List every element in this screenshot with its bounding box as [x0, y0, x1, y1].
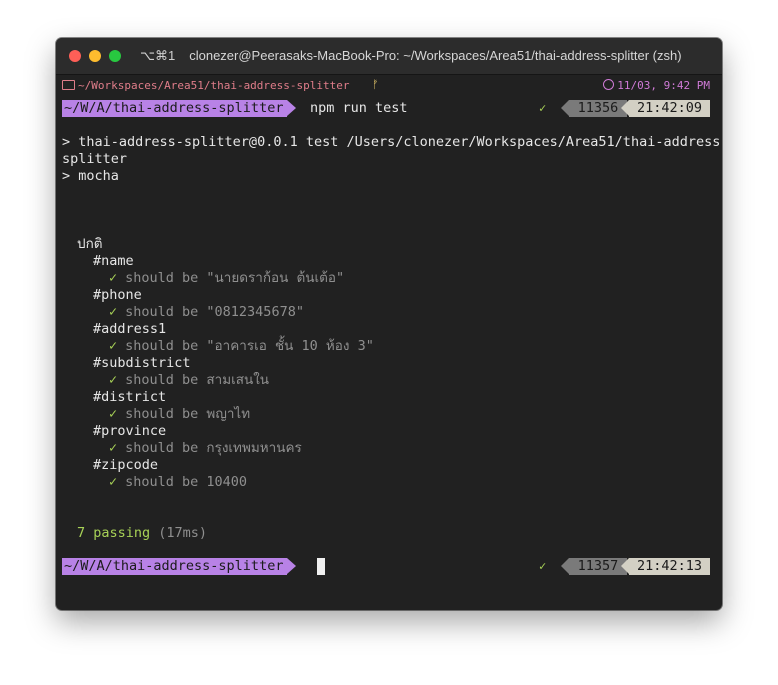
zoom-button[interactable]	[109, 50, 121, 62]
test-group: #address1	[93, 321, 167, 337]
test-result: ✓ should be กรุงเทพมหานคร	[109, 440, 302, 457]
prompt-time: 21:42:09	[621, 100, 710, 117]
passing-count: 7 passing	[77, 525, 151, 541]
test-description: should be กรุงเทพมหานคร	[125, 440, 302, 456]
command-text: npm run test	[310, 100, 408, 116]
right-prompt-1: ✓ 11356 21:42:09	[539, 100, 710, 117]
test-group: #subdistrict	[93, 355, 191, 371]
pass-check-icon: ✓	[109, 440, 118, 456]
test-description: should be 10400	[125, 474, 248, 490]
status-datetime: 11/03, 9:42 PM	[603, 79, 710, 92]
minimize-button[interactable]	[89, 50, 101, 62]
test-group: #district	[93, 389, 167, 405]
output-line-2: splitter	[62, 151, 128, 167]
test-group: #zipcode	[93, 457, 159, 473]
window-title-text: clonezer@Peerasaks-MacBook-Pro: ~/Worksp…	[189, 48, 682, 63]
status-folder: ~/Workspaces/Area51/thai-address-splitte…	[62, 79, 350, 92]
test-group: #phone	[93, 287, 142, 303]
pass-check-icon: ✓	[109, 304, 118, 320]
test-result: ✓ should be "0812345678"	[109, 304, 304, 321]
test-duration: (17ms)	[158, 525, 208, 541]
prompt-time: 21:42:13	[621, 558, 710, 575]
test-group: #province	[93, 423, 167, 439]
history-number: 11357	[561, 558, 627, 575]
close-button[interactable]	[69, 50, 81, 62]
prompt-line-1: ~/W/A/thai-address-splitter npm run test	[62, 100, 482, 117]
test-description: should be สามเสนใน	[125, 372, 270, 388]
pass-check-icon: ✓	[109, 372, 118, 388]
history-number: 11356	[561, 100, 627, 117]
success-check-icon: ✓	[539, 559, 547, 573]
prompt-path: ~/W/A/thai-address-splitter	[62, 558, 297, 575]
test-description: should be "0812345678"	[125, 304, 304, 320]
test-result: ✓ should be "นายดราก้อน ต้นเต้อ"	[109, 270, 344, 287]
pass-check-icon: ✓	[109, 338, 118, 354]
title-bar: ⌥⌘1 clonezer@Peerasaks-MacBook-Pro: ~/Wor…	[56, 38, 722, 75]
output-line-3: > mocha	[62, 168, 119, 184]
output-line-1: > thai-address-splitter@0.0.1 test /User…	[62, 134, 722, 150]
test-result: ✓ should be "อาคารเอ ชั้น 10 ห้อง 3"	[109, 338, 374, 355]
git-branch-icon: ᚠ	[372, 78, 379, 91]
suite-title: ปกติ	[77, 236, 103, 252]
datetime-text: 11/03, 9:42 PM	[617, 79, 710, 92]
tab-shortcut: ⌥⌘1	[140, 48, 176, 63]
success-check-icon: ✓	[539, 101, 547, 115]
terminal-window: ⌥⌘1 clonezer@Peerasaks-MacBook-Pro: ~/Wor…	[56, 38, 722, 610]
test-result: ✓ should be 10400	[109, 474, 247, 491]
test-summary: 7 passing (17ms)	[77, 525, 207, 542]
right-prompt-2: ✓ 11357 21:42:13	[539, 558, 710, 575]
window-title: ⌥⌘1 clonezer@Peerasaks-MacBook-Pro: ~/Wor…	[140, 48, 682, 64]
test-description: should be พญาไท	[125, 406, 251, 422]
test-result: ✓ should be พญาไท	[109, 406, 250, 423]
test-description: should be "อาคารเอ ชั้น 10 ห้อง 3"	[125, 338, 374, 354]
test-description: should be "นายดราก้อน ต้นเต้อ"	[125, 270, 345, 286]
pass-check-icon: ✓	[109, 474, 118, 490]
clock-icon	[603, 79, 615, 90]
prompt-path: ~/W/A/thai-address-splitter	[62, 100, 297, 117]
test-result: ✓ should be สามเสนใน	[109, 372, 269, 389]
pass-check-icon: ✓	[109, 270, 118, 286]
folder-icon	[62, 80, 75, 90]
folder-path: ~/Workspaces/Area51/thai-address-splitte…	[78, 79, 350, 92]
pass-check-icon: ✓	[109, 406, 118, 422]
text-cursor[interactable]	[317, 558, 325, 575]
test-group: #name	[93, 253, 134, 269]
